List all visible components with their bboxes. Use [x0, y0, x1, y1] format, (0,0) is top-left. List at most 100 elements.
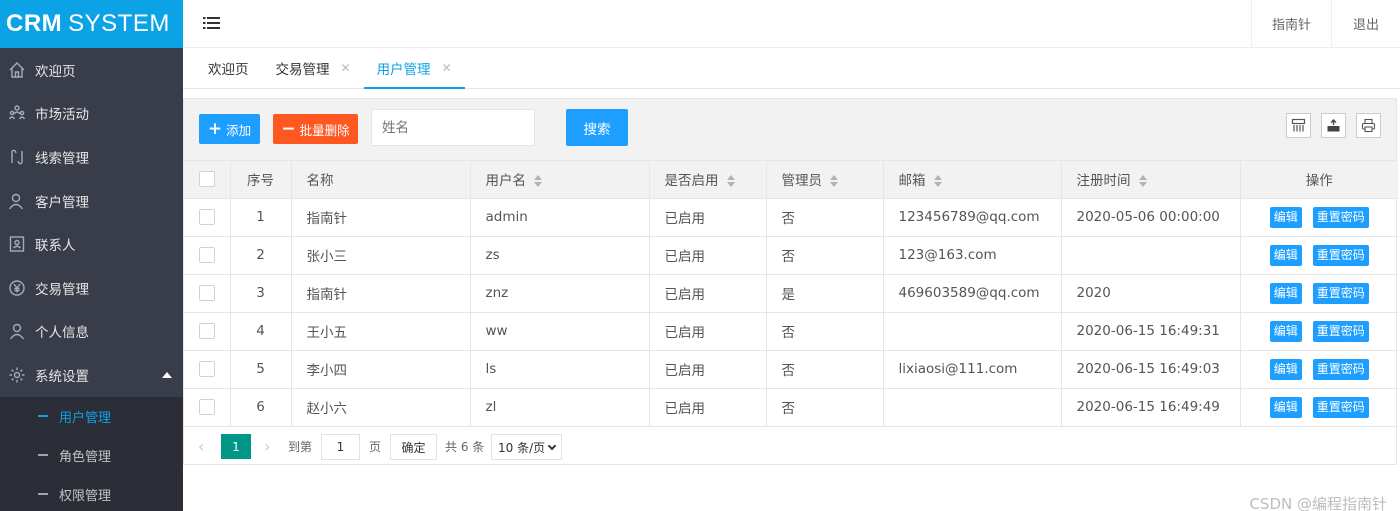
home-icon: [8, 61, 26, 79]
edit-button[interactable]: 编辑: [1269, 244, 1302, 266]
cell-registered: [1061, 236, 1241, 275]
batch-delete-button[interactable]: − 批量删除: [273, 114, 358, 144]
sidebar-item-profile[interactable]: 个人信息: [0, 310, 183, 354]
logout-button[interactable]: 退出: [1331, 0, 1400, 47]
sidebar-item-transactions[interactable]: 交易管理: [0, 266, 183, 310]
cell-index: 4: [230, 312, 292, 351]
sort-icon[interactable]: [534, 175, 542, 188]
edit-button[interactable]: 编辑: [1269, 320, 1302, 342]
row-select-cell: [184, 388, 231, 427]
pagination: ‹ 1 › 到第 页 确定 共 6 条 10 条/页: [184, 429, 1396, 465]
column-header-label: 用户名: [485, 173, 527, 190]
goto-prefix-label: 到第: [288, 440, 313, 454]
row-checkbox[interactable]: [198, 285, 215, 301]
dash-icon: [38, 454, 48, 457]
sort-icon[interactable]: [1138, 175, 1147, 188]
sidebar-item-label: 客户管理: [35, 194, 89, 211]
filter-columns-icon[interactable]: [1286, 113, 1311, 138]
tab-bar: 欢迎页 交易管理 ✕ 用户管理 ✕: [183, 48, 1400, 89]
page-size-value: 10 条/页: [498, 440, 546, 455]
cell-name: 指南针: [291, 198, 471, 237]
column-header-admin[interactable]: 管理员: [766, 161, 884, 199]
goto-confirm-button[interactable]: 确定: [390, 434, 437, 460]
column-header-email[interactable]: 邮箱: [883, 161, 1062, 199]
row-checkbox[interactable]: [198, 361, 215, 377]
reset-password-button[interactable]: 重置密码: [1312, 244, 1369, 266]
sidebar-item-clues[interactable]: 线索管理: [0, 135, 183, 179]
cell-name: 李小四: [291, 350, 471, 389]
reset-password-button[interactable]: 重置密码: [1312, 282, 1369, 304]
tab-welcome[interactable]: 欢迎页: [183, 48, 263, 88]
chevron-right-icon[interactable]: ›: [264, 437, 270, 456]
sidebar-item-welcome[interactable]: 欢迎页: [0, 48, 183, 92]
sidebar-item-customers[interactable]: 客户管理: [0, 179, 183, 223]
sort-icon[interactable]: [726, 175, 735, 188]
reset-password-button[interactable]: 重置密码: [1312, 396, 1369, 418]
sidebar-item-label: 线索管理: [35, 150, 89, 167]
cell-enabled: 已启用: [649, 198, 767, 237]
edit-button[interactable]: 编辑: [1269, 396, 1302, 418]
current-user-menu[interactable]: 指南针: [1251, 0, 1331, 47]
contact-icon: [8, 235, 26, 253]
sidebar-item-label: 联系人: [35, 238, 76, 255]
column-header-username[interactable]: 用户名: [470, 161, 650, 199]
tab-users[interactable]: 用户管理 ✕: [363, 48, 465, 89]
caret-up-icon: [162, 371, 172, 378]
goto-page-input[interactable]: [321, 434, 360, 460]
export-icon[interactable]: [1321, 113, 1346, 138]
print-icon[interactable]: [1356, 113, 1381, 138]
header-right: 指南针 退出: [1251, 0, 1400, 47]
select-all-checkbox[interactable]: [198, 171, 215, 188]
yuan-icon: [8, 279, 26, 297]
close-icon[interactable]: ✕: [442, 61, 452, 75]
menu-toggle-icon[interactable]: [202, 13, 222, 33]
close-icon[interactable]: ✕: [341, 61, 351, 75]
cell-enabled: 已启用: [649, 388, 767, 427]
edit-button[interactable]: 编辑: [1269, 358, 1302, 380]
sidebar-item-label: 个人信息: [35, 325, 89, 342]
row-checkbox[interactable]: [198, 399, 215, 415]
row-checkbox[interactable]: [198, 323, 215, 339]
column-header-label: 邮箱: [898, 173, 926, 190]
clue-icon: [8, 148, 26, 166]
row-checkbox[interactable]: [198, 247, 215, 263]
submenu-item-permissions[interactable]: 权限管理: [0, 475, 183, 511]
page-number-current[interactable]: 1: [221, 434, 251, 459]
sidebar-item-contacts[interactable]: 联系人: [0, 222, 183, 266]
cell-actions: 编辑 重置密码: [1240, 388, 1398, 427]
search-button[interactable]: 搜索: [566, 109, 628, 146]
sidebar-item-settings[interactable]: 系统设置: [0, 353, 183, 397]
table-row: 1 指南针 admin 已启用 否 123456789@qq.com 2020-…: [184, 198, 1398, 237]
name-search-input[interactable]: [371, 109, 535, 146]
submenu-item-roles[interactable]: 角色管理: [0, 436, 183, 475]
cell-admin: 否: [766, 312, 884, 351]
batch-delete-label: 批量删除: [299, 122, 350, 138]
cell-enabled: 已启用: [649, 236, 767, 275]
cell-username: admin: [470, 198, 650, 237]
column-header-label: 名称: [306, 173, 334, 190]
reset-password-button[interactable]: 重置密码: [1312, 320, 1369, 342]
tab-transactions[interactable]: 交易管理 ✕: [263, 48, 364, 88]
edit-button[interactable]: 编辑: [1269, 206, 1302, 228]
cell-actions: 编辑 重置密码: [1240, 350, 1398, 389]
column-header-name: 名称: [291, 161, 471, 199]
edit-button[interactable]: 编辑: [1269, 282, 1302, 304]
column-header-label: 操作: [1305, 173, 1333, 190]
submenu-item-users[interactable]: 用户管理: [0, 397, 183, 436]
column-header-registered[interactable]: 注册时间: [1061, 161, 1241, 199]
reset-password-button[interactable]: 重置密码: [1312, 358, 1369, 380]
sort-icon[interactable]: [933, 175, 942, 188]
dash-icon: [38, 415, 48, 418]
column-header-enabled[interactable]: 是否启用: [649, 161, 767, 199]
reset-password-button[interactable]: 重置密码: [1312, 206, 1369, 228]
add-button[interactable]: + 添加: [199, 114, 260, 144]
cell-admin: 是: [766, 274, 884, 313]
cell-username: zs: [470, 236, 650, 275]
row-select-cell: [184, 274, 231, 313]
row-checkbox[interactable]: [198, 209, 215, 225]
chevron-left-icon[interactable]: ‹: [198, 437, 204, 456]
sort-icon[interactable]: [830, 175, 838, 188]
page-size-select[interactable]: 10 条/页: [491, 434, 562, 460]
cell-admin: 否: [766, 350, 884, 389]
sidebar-item-marketing[interactable]: 市场活动: [0, 92, 183, 136]
